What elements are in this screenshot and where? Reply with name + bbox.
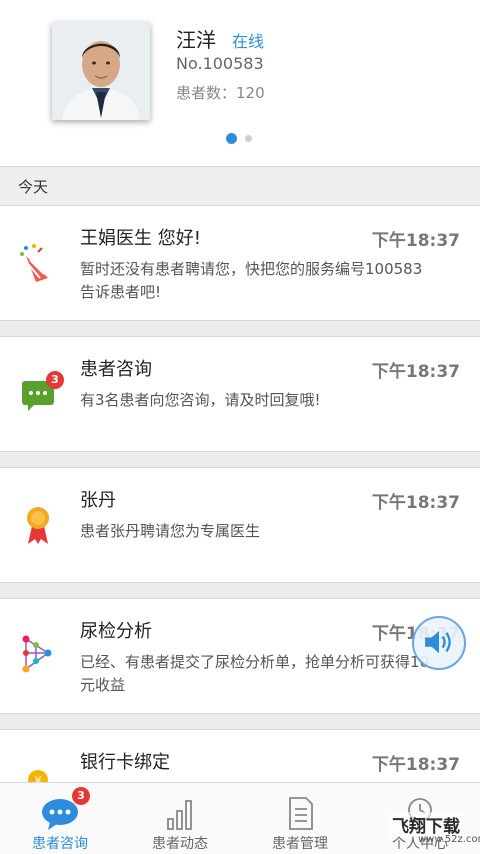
tab-patient-management[interactable]: 患者管理 [240,783,360,854]
doctor-avatar[interactable] [52,22,150,120]
party-popper-icon [18,242,58,286]
tab-badge: 3 [72,787,90,805]
bar-chart-icon [160,795,200,831]
card-time: 下午18:37 [371,362,460,382]
chat-bubble-icon: 3 [18,371,64,415]
tab-label: 患者管理 [272,836,328,852]
card-title: 王娟医生 您好! [80,228,201,249]
tab-label: 患者动态 [152,836,208,852]
message-card-consult[interactable]: 3 患者咨询 下午18:37 有3名患者向您咨询，请及时回复哦! [0,336,480,452]
tab-label: 患者咨询 [32,836,88,852]
doctor-name: 汪洋 [176,28,216,52]
speaker-icon [425,630,451,654]
message-card-hire[interactable]: 张丹 下午18:37 患者张丹聘请您为专属医生 [0,467,480,583]
card-title: 银行卡绑定 [80,752,170,773]
molecule-icon [18,633,58,677]
profile-header: 汪洋 在线 No.100583 患者数：120 [0,0,480,166]
doctor-number: No.100583 [176,54,264,73]
online-status: 在线 [232,32,265,51]
tab-patient-consult[interactable]: 3 患者咨询 [0,783,120,854]
unread-badge: 3 [46,371,64,389]
card-time: 下午18:37 [371,231,460,251]
speaker-button[interactable] [412,616,466,670]
tab-patient-activity[interactable]: 患者动态 [120,783,240,854]
card-title: 患者咨询 [80,359,152,380]
document-icon [280,795,320,831]
page-dot-active[interactable] [226,133,237,144]
watermark-url: www.52z.com [418,834,480,845]
message-card-welcome[interactable]: 王娟医生 您好! 下午18:37 暂时还没有患者聘请您，快把您的服务编号1005… [0,205,480,321]
page-dot[interactable] [245,135,252,142]
section-header-today: 今天 [0,166,480,206]
card-title: 张丹 [80,490,116,511]
card-body: 患者张丹聘请您为专属医生 [80,522,261,540]
page-indicator[interactable] [226,133,252,144]
message-card-bank-card[interactable]: ¥ 银行卡绑定 下午18:37 [0,729,480,789]
card-time: 下午18:37 [371,755,460,775]
award-ribbon-icon [18,502,58,546]
message-card-urine-analysis[interactable]: 尿检分析 下午18:37 已经、有患者提交了尿检分析单，抢单分析可获得10元收益 [0,598,480,714]
card-body: 已经、有患者提交了尿检分析单，抢单分析可获得10元收益 [80,653,430,694]
patient-count: 患者数：120 [176,84,265,102]
card-body: 有3名患者向您咨询，请及时回复哦! [80,391,321,409]
card-body: 暂时还没有患者聘请您，快把您的服务编号100583告诉患者吧! [80,260,423,301]
card-time: 下午18:37 [371,493,460,513]
card-title: 尿检分析 [80,621,152,642]
